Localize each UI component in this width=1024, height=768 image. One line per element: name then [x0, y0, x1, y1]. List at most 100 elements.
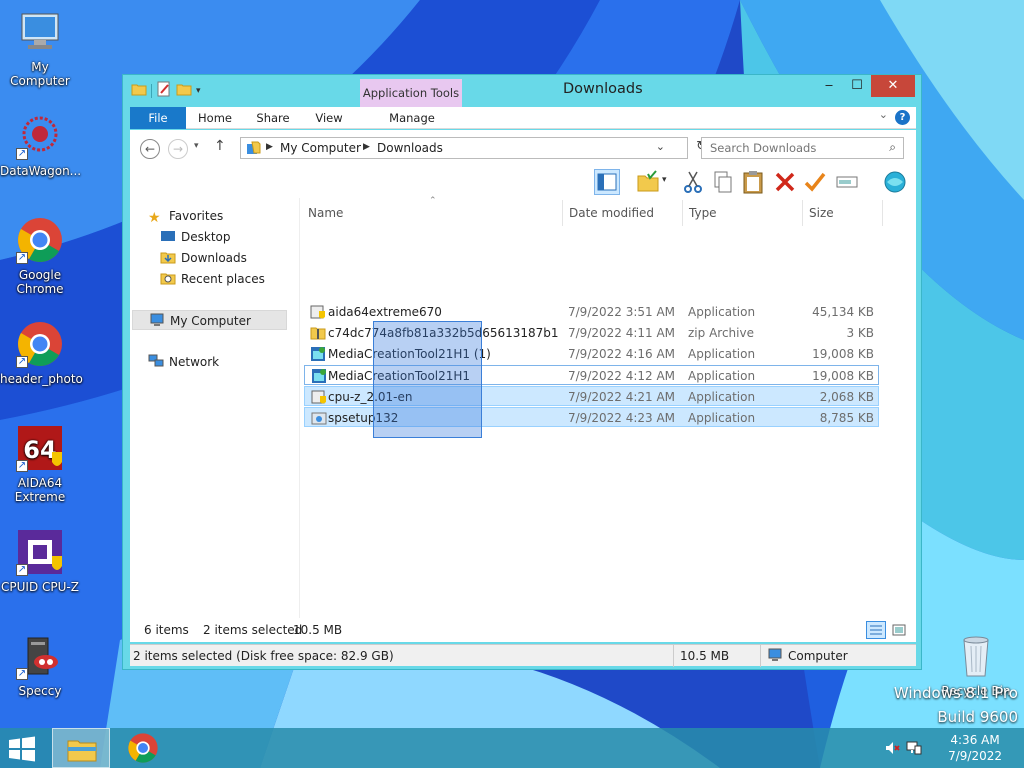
delete-icon[interactable] — [772, 169, 798, 195]
nav-label: Downloads — [181, 251, 247, 265]
recent-locations-icon[interactable]: ▾ — [194, 141, 199, 151]
folder-icon — [246, 141, 262, 158]
file-date: 7/9/2022 4:11 AM — [568, 326, 676, 340]
search-input[interactable] — [702, 138, 872, 158]
nav-label: My Computer — [170, 314, 251, 328]
maximize-button[interactable]: ☐ — [843, 75, 871, 97]
sort-arrow-icon: ⌃ — [429, 196, 437, 206]
nav-recent-places[interactable]: Recent places — [160, 269, 265, 289]
desktop-icon-aida64[interactable]: 64 ↗ AIDA64 Extreme — [0, 424, 80, 504]
column-divider — [802, 200, 803, 226]
copy-icon[interactable] — [710, 169, 736, 195]
svg-text:64: 64 — [23, 436, 56, 464]
folder-icon[interactable] — [131, 81, 147, 100]
recycle-bin-icon — [952, 632, 1000, 680]
nav-my-computer[interactable]: My Computer — [132, 310, 287, 330]
column-header-size[interactable]: Size — [809, 202, 834, 224]
column-header-type[interactable]: Type — [689, 202, 717, 224]
media-creation-tool-icon — [311, 368, 327, 384]
select-dropdown-icon[interactable]: ▾ — [662, 175, 667, 185]
address-bar[interactable]: ▶ My Computer ▶ Downloads ⌄ ↻ — [240, 137, 707, 159]
taskbar-file-explorer[interactable] — [52, 728, 110, 768]
nav-desktop[interactable]: Desktop — [160, 227, 231, 247]
nav-label: Favorites — [169, 209, 224, 223]
recent-places-icon — [160, 271, 176, 285]
search-box[interactable]: ⌕ — [701, 137, 904, 159]
desktop-icon-cpuz[interactable]: ↗ CPUID CPU-Z — [0, 528, 80, 594]
back-button[interactable]: ← — [140, 139, 160, 159]
desktop-icon-my-computer[interactable]: My Computer — [0, 8, 80, 88]
clock-time: 4:36 AM — [950, 733, 1000, 747]
selected-size: 10.5 MB — [293, 623, 343, 637]
desktop-icon-datawagon[interactable]: ↗ DataWagon... — [0, 112, 82, 178]
paste-icon[interactable] — [740, 169, 766, 195]
clock[interactable]: 4:36 AM 7/9/2022 — [948, 732, 1002, 764]
star-icon: ★ — [148, 210, 161, 226]
properties-icon[interactable] — [156, 81, 172, 100]
tab-share[interactable]: Share — [248, 107, 298, 129]
address-dropdown-icon[interactable]: ⌄ — [656, 140, 665, 153]
desktop-icon-label: AIDA64 Extreme — [14, 476, 66, 504]
column-header-date[interactable]: Date modified — [569, 202, 654, 224]
breadcrumb-my-computer[interactable]: My Computer — [280, 141, 361, 155]
desktop-icon-chrome[interactable]: ↗ Google Chrome — [0, 216, 80, 296]
shortcut-arrow-icon: ↗ — [16, 460, 28, 472]
desktop-icon-label: header_photo — [0, 372, 83, 386]
tab-view[interactable]: View — [306, 107, 352, 129]
checkmark-icon[interactable] — [802, 169, 828, 195]
file-size: 19,008 KB — [812, 369, 874, 383]
nav-favorites[interactable]: ★ Favorites — [148, 206, 223, 226]
file-size: 45,134 KB — [812, 305, 874, 319]
new-folder-icon[interactable] — [176, 81, 192, 100]
search-icon[interactable]: ⌕ — [889, 140, 896, 155]
nav-label: Desktop — [181, 230, 231, 244]
customize-qat-icon[interactable]: ▾ — [196, 86, 201, 96]
file-size: 3 KB — [846, 326, 874, 340]
tab-manage[interactable]: Manage — [362, 107, 462, 129]
help-icon[interactable]: ? — [895, 110, 910, 125]
file-type: Application — [688, 390, 756, 404]
details-view-icon[interactable] — [866, 621, 886, 639]
large-icons-view-icon[interactable] — [889, 621, 909, 639]
breadcrumb-separator: ▶ — [363, 142, 370, 152]
status-bar: 6 items 2 items selected 10.5 MB — [130, 618, 916, 642]
tab-file[interactable]: File — [130, 107, 186, 129]
minimize-button[interactable]: ‒ — [815, 75, 843, 97]
desktop-icon-header-photo[interactable]: ↗ header_photo — [0, 320, 83, 386]
details-size: 10.5 MB — [680, 649, 730, 663]
nav-label: Network — [169, 355, 220, 369]
tab-home[interactable]: Home — [190, 107, 240, 129]
rename-icon[interactable] — [834, 169, 860, 195]
expand-ribbon-icon[interactable]: ⌄ — [879, 108, 888, 121]
taskbar: 4:36 AM 7/9/2022 — [0, 728, 1024, 768]
network-icon[interactable] — [906, 740, 922, 759]
up-button[interactable]: ↑ — [214, 138, 226, 154]
breadcrumb-downloads[interactable]: Downloads — [377, 141, 443, 155]
volume-muted-icon[interactable] — [884, 740, 900, 759]
nav-downloads[interactable]: Downloads — [160, 248, 247, 268]
desktop-icon-label: DataWagon... — [0, 164, 82, 178]
nav-network[interactable]: Network — [148, 352, 219, 372]
cut-icon[interactable] — [680, 169, 706, 195]
preview-pane-icon[interactable] — [594, 169, 620, 195]
downloads-folder-icon — [160, 250, 176, 264]
aida64-icon: 64 ↗ — [16, 424, 64, 472]
properties-globe-icon[interactable] — [882, 169, 908, 195]
file-date: 7/9/2022 4:23 AM — [568, 411, 676, 425]
title-bar[interactable]: ▾ Application Tools Downloads ‒ ☐ ✕ — [123, 75, 921, 107]
separator — [151, 83, 152, 98]
start-button[interactable] — [8, 736, 36, 762]
file-name: aida64extreme670 — [328, 305, 442, 319]
taskbar-chrome[interactable] — [114, 728, 172, 768]
shortcut-arrow-icon: ↗ — [16, 668, 28, 680]
select-folder-icon[interactable] — [636, 169, 662, 195]
shortcut-arrow-icon: ↗ — [16, 356, 28, 368]
forward-button[interactable]: → — [168, 139, 188, 159]
close-button[interactable]: ✕ — [871, 75, 915, 97]
file-row[interactable]: aida64extreme670 7/9/2022 3:51 AM Applic… — [304, 302, 879, 322]
chrome-icon — [127, 732, 159, 767]
column-header-name[interactable]: Name — [308, 202, 343, 224]
chrome-icon: ↗ — [16, 320, 64, 368]
desktop-icon-speccy[interactable]: ↗ Speccy — [0, 632, 80, 698]
navigation-pane: ★ Favorites Desktop Downloads Recent plac… — [130, 198, 300, 618]
